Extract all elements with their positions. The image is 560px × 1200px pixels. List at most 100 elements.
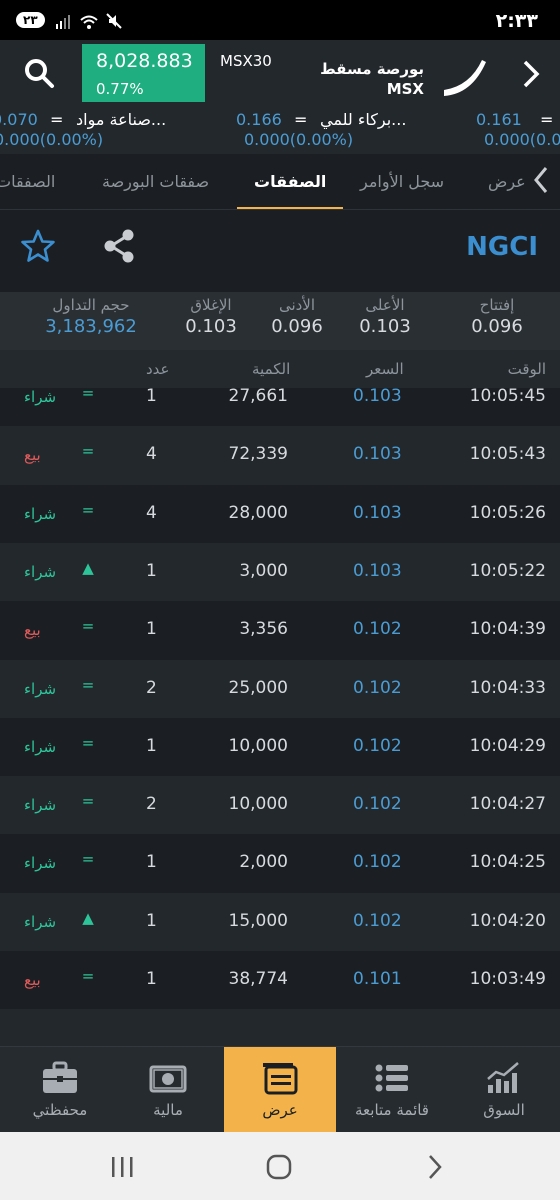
trade-price: 0.102 bbox=[353, 794, 402, 815]
home-button[interactable] bbox=[264, 1152, 294, 1182]
trade-row[interactable]: 10:04:20 0.102 15,000 1 ▲ شراء bbox=[0, 892, 560, 951]
recent-apps-button[interactable] bbox=[108, 1152, 138, 1182]
trade-time: 10:05:43 bbox=[469, 444, 546, 465]
list-icon bbox=[375, 1064, 408, 1092]
display-icon bbox=[263, 1063, 298, 1095]
nav-portfolio[interactable]: محفظتي bbox=[4, 1047, 116, 1133]
trade-row[interactable]: 10:04:29 0.102 10,000 1 = شراء bbox=[0, 718, 560, 776]
share-icon bbox=[104, 229, 134, 263]
tab-trades-2[interactable]: الصفقات bbox=[0, 172, 55, 191]
trade-count: 1 bbox=[146, 969, 157, 989]
trade-change-symbol: = bbox=[81, 388, 95, 402]
tab-trades[interactable]: الصفقات bbox=[254, 172, 326, 191]
trade-time: 10:05:22 bbox=[469, 560, 546, 581]
summary-value: 0.096 bbox=[271, 316, 323, 337]
trade-change-symbol: = bbox=[81, 617, 95, 636]
nav-label: السوق bbox=[483, 1101, 525, 1119]
trade-count: 1 bbox=[146, 560, 157, 581]
nav-label: مالية bbox=[153, 1101, 183, 1119]
trade-count: 2 bbox=[146, 794, 157, 815]
trade-change-symbol: = bbox=[81, 675, 95, 694]
trade-change-symbol: = bbox=[81, 733, 95, 752]
trades-list[interactable]: 10:05:45 0.103 27,661 1 = شراء 10:05:43 0.103 72… bbox=[0, 388, 560, 1046]
detail-tabs: عرض سجل الأوامر الصفقات صفقات البورصة ال… bbox=[0, 154, 560, 210]
exchange-logo-icon bbox=[444, 60, 486, 96]
trade-quantity: 10,000 bbox=[228, 794, 288, 815]
tab-display[interactable]: عرض bbox=[488, 172, 526, 191]
trade-row[interactable]: 10:04:39 0.102 3,356 1 = بيع bbox=[0, 601, 560, 659]
trade-price: 0.103 bbox=[353, 444, 402, 465]
nav-watchlist[interactable]: قائمة متابعة bbox=[336, 1047, 448, 1133]
column-time: الوقت bbox=[507, 360, 546, 378]
next-index-button[interactable] bbox=[518, 58, 544, 90]
ticker-strip[interactable]: 0.161 = 0.000(0.00%) بركاء للمي... = 0.1… bbox=[0, 108, 560, 154]
trade-count: 1 bbox=[146, 619, 157, 640]
market-chart-icon bbox=[487, 1062, 519, 1093]
ticker-change: 0.000(0.00%) bbox=[484, 130, 560, 149]
market-header: 8,028.883 0.77% MSX30 بورصة مسقط MSX bbox=[0, 40, 560, 108]
nav-finance[interactable]: مالية bbox=[112, 1047, 224, 1133]
nav-label: محفظتي bbox=[32, 1101, 88, 1119]
summary-label: الأدنى bbox=[278, 296, 316, 314]
summary-close: الإغلاق 0.103 bbox=[176, 296, 246, 337]
briefcase-icon bbox=[43, 1061, 77, 1093]
price-summary: إفتتاح 0.096 الأعلى 0.103 الأدنى 0.096 ا… bbox=[0, 292, 560, 350]
summary-value: 3,183,962 bbox=[45, 316, 137, 337]
trade-side: شراء bbox=[24, 504, 57, 523]
summary-label: الأعلى bbox=[365, 296, 405, 314]
tab-order-book[interactable]: سجل الأوامر bbox=[360, 172, 444, 191]
trade-quantity: 72,339 bbox=[228, 444, 288, 465]
trade-row[interactable]: 10:05:45 0.103 27,661 1 = شراء bbox=[0, 388, 560, 426]
ticker-eq: = bbox=[50, 110, 64, 129]
index-summary[interactable]: 8,028.883 0.77% bbox=[82, 44, 205, 102]
trade-side: شراء bbox=[24, 796, 57, 815]
trade-time: 10:05:26 bbox=[469, 502, 546, 523]
ticker-change: 0.000(0.00%) bbox=[244, 130, 354, 149]
back-button[interactable] bbox=[420, 1152, 450, 1182]
index-value: 8,028.883 bbox=[96, 50, 193, 72]
trade-row[interactable]: 10:05:26 0.103 28,000 4 = شراء bbox=[0, 485, 560, 543]
nav-market[interactable]: السوق bbox=[448, 1047, 560, 1133]
trade-time: 10:04:29 bbox=[469, 735, 546, 756]
trade-side: شراء bbox=[24, 737, 57, 756]
star-icon bbox=[21, 229, 55, 262]
share-button[interactable] bbox=[102, 228, 136, 264]
status-icons bbox=[56, 13, 122, 33]
trade-row[interactable]: 10:04:25 0.102 2,000 1 = شراء bbox=[0, 834, 560, 892]
recent-apps-icon bbox=[112, 1157, 133, 1177]
trade-change-symbol: = bbox=[81, 967, 95, 985]
trade-price: 0.102 bbox=[353, 852, 402, 873]
tabs-scroll-button[interactable] bbox=[528, 162, 552, 198]
home-icon bbox=[266, 1154, 292, 1180]
ticker-change: 0.000(0.00%) bbox=[0, 130, 104, 149]
nav-display[interactable]: عرض bbox=[224, 1047, 336, 1133]
trade-row-partial bbox=[0, 1009, 560, 1046]
trade-time: 10:03:49 bbox=[469, 969, 546, 989]
nav-label: عرض bbox=[262, 1101, 298, 1119]
trade-row[interactable]: 10:04:33 0.102 25,000 2 = شراء bbox=[0, 659, 560, 718]
summary-label: إفتتاح bbox=[479, 296, 515, 314]
trade-row[interactable]: 10:05:43 0.103 72,339 4 = بيع bbox=[0, 426, 560, 485]
trade-time: 10:04:25 bbox=[469, 852, 546, 873]
search-button[interactable] bbox=[22, 56, 56, 90]
trade-price: 0.103 bbox=[353, 502, 402, 523]
wifi-icon bbox=[80, 15, 98, 29]
favorite-button[interactable] bbox=[20, 228, 56, 264]
trade-price: 0.102 bbox=[353, 619, 402, 640]
tab-market-trades[interactable]: صفقات البورصة bbox=[102, 172, 209, 191]
ticker-eq: = bbox=[294, 110, 308, 129]
summary-value: 0.103 bbox=[359, 316, 411, 337]
trade-row[interactable]: 10:05:22 0.103 3,000 1 ▲ شراء bbox=[0, 542, 560, 602]
trade-price: 0.101 bbox=[353, 969, 402, 989]
trade-time: 10:04:20 bbox=[469, 910, 546, 931]
trade-row[interactable]: 10:03:49 0.101 38,774 1 = بيع bbox=[0, 951, 560, 1009]
exchange-code: MSX bbox=[386, 80, 424, 98]
notification-badge: ٢٣ bbox=[16, 12, 45, 28]
trade-quantity: 28,000 bbox=[228, 502, 288, 523]
summary-label: الإغلاق bbox=[190, 296, 232, 314]
summary-high: الأعلى 0.103 bbox=[350, 296, 420, 337]
trade-side: بيع bbox=[24, 971, 41, 989]
chevron-left-icon bbox=[534, 167, 548, 193]
trade-count: 2 bbox=[146, 677, 157, 698]
trade-row[interactable]: 10:04:27 0.102 10,000 2 = شراء bbox=[0, 776, 560, 835]
